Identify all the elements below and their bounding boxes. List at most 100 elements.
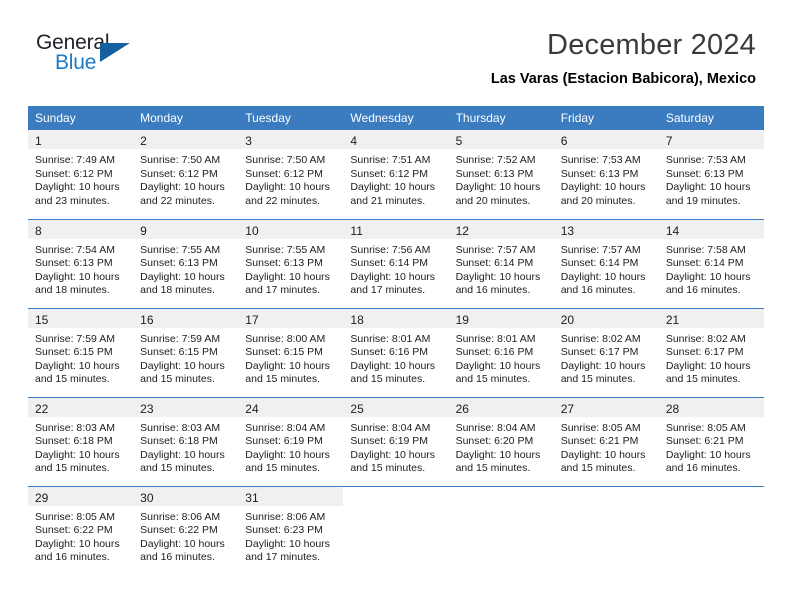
page-header: General Blue December 2024 Las Varas (Es… <box>0 0 792 106</box>
calendar-day-cell[interactable]: 14 Sunrise: 7:58 AM Sunset: 6:14 PM Dayl… <box>658 218 764 308</box>
calendar-day-cell[interactable]: 29 Sunrise: 8:05 AM Sunset: 6:22 PM Dayl… <box>28 485 134 578</box>
day-number: 9 <box>133 219 239 239</box>
calendar-day-cell[interactable]: 24 Sunrise: 8:04 AM Sunset: 6:19 PM Dayl… <box>238 396 344 486</box>
logo-triangle-icon <box>100 43 130 62</box>
calendar-week-row: 29 Sunrise: 8:05 AM Sunset: 6:22 PM Dayl… <box>28 485 764 578</box>
day-details: Sunrise: 8:01 AM Sunset: 6:16 PM Dayligh… <box>350 332 436 386</box>
day-details: Sunrise: 8:06 AM Sunset: 6:22 PM Dayligh… <box>140 510 225 564</box>
calendar-day-cell-empty <box>343 485 449 578</box>
calendar-day-cell[interactable]: 27 Sunrise: 8:05 AM Sunset: 6:21 PM Dayl… <box>553 396 659 486</box>
day-details: Sunrise: 8:02 AM Sunset: 6:17 PM Dayligh… <box>665 332 751 386</box>
day-details: Sunrise: 8:03 AM Sunset: 6:18 PM Dayligh… <box>140 421 225 475</box>
day-number: 16 <box>133 308 239 328</box>
day-number <box>659 487 764 506</box>
calendar-day-cell[interactable]: 22 Sunrise: 8:03 AM Sunset: 6:18 PM Dayl… <box>28 396 134 486</box>
calendar-day-cell[interactable]: 10 Sunrise: 7:55 AM Sunset: 6:13 PM Dayl… <box>238 218 344 308</box>
day-details: Sunrise: 7:55 AM Sunset: 6:13 PM Dayligh… <box>245 243 330 297</box>
calendar-page: General Blue December 2024 Las Varas (Es… <box>0 0 792 612</box>
day-number: 25 <box>343 397 449 417</box>
day-details: Sunrise: 7:50 AM Sunset: 6:12 PM Dayligh… <box>245 154 330 207</box>
day-number: 6 <box>553 130 659 149</box>
day-details: Sunrise: 8:04 AM Sunset: 6:20 PM Dayligh… <box>455 421 541 475</box>
day-details: Sunrise: 7:52 AM Sunset: 6:13 PM Dayligh… <box>455 154 541 207</box>
calendar-day-cell[interactable]: 3 Sunrise: 7:50 AM Sunset: 6:12 PM Dayli… <box>238 130 344 219</box>
calendar-day-cell[interactable]: 31 Sunrise: 8:06 AM Sunset: 6:23 PM Dayl… <box>238 485 344 578</box>
day-number: 21 <box>658 308 764 328</box>
calendar-day-cell[interactable]: 28 Sunrise: 8:05 AM Sunset: 6:21 PM Dayl… <box>658 396 764 486</box>
day-number: 3 <box>238 130 344 149</box>
day-number: 26 <box>448 397 554 417</box>
calendar-day-cell[interactable]: 26 Sunrise: 8:04 AM Sunset: 6:20 PM Dayl… <box>448 396 554 486</box>
day-details: Sunrise: 8:03 AM Sunset: 6:18 PM Dayligh… <box>35 421 120 475</box>
day-number: 12 <box>448 219 554 239</box>
calendar-day-cell[interactable]: 7 Sunrise: 7:53 AM Sunset: 6:13 PM Dayli… <box>658 130 764 219</box>
day-number: 23 <box>133 397 239 417</box>
day-number: 31 <box>238 486 344 506</box>
weekday-header-thursday: Thursday <box>448 106 554 130</box>
day-number <box>343 487 448 506</box>
calendar-day-cell[interactable]: 19 Sunrise: 8:01 AM Sunset: 6:16 PM Dayl… <box>448 307 554 397</box>
calendar-day-cell[interactable]: 23 Sunrise: 8:03 AM Sunset: 6:18 PM Dayl… <box>133 396 239 486</box>
day-details <box>554 506 659 511</box>
day-details: Sunrise: 8:05 AM Sunset: 6:21 PM Dayligh… <box>665 421 751 475</box>
day-details: Sunrise: 7:54 AM Sunset: 6:13 PM Dayligh… <box>35 243 120 297</box>
calendar-day-cell[interactable]: 18 Sunrise: 8:01 AM Sunset: 6:16 PM Dayl… <box>343 307 449 397</box>
day-number: 10 <box>238 219 344 239</box>
day-details: Sunrise: 7:58 AM Sunset: 6:14 PM Dayligh… <box>665 243 751 297</box>
weekday-header-sunday: Sunday <box>28 106 134 130</box>
calendar-body: 1 Sunrise: 7:49 AM Sunset: 6:12 PM Dayli… <box>28 130 764 578</box>
calendar-day-cell[interactable]: 5 Sunrise: 7:52 AM Sunset: 6:13 PM Dayli… <box>448 130 554 219</box>
day-details: Sunrise: 7:56 AM Sunset: 6:14 PM Dayligh… <box>350 243 436 297</box>
calendar-day-cell[interactable]: 2 Sunrise: 7:50 AM Sunset: 6:12 PM Dayli… <box>133 130 239 219</box>
day-number: 17 <box>238 308 344 328</box>
calendar-day-cell[interactable]: 15 Sunrise: 7:59 AM Sunset: 6:15 PM Dayl… <box>28 307 134 397</box>
logo-text-blue: Blue <box>55 51 97 74</box>
day-number: 1 <box>28 130 134 149</box>
day-details: Sunrise: 7:50 AM Sunset: 6:12 PM Dayligh… <box>140 154 225 207</box>
calendar-day-cell[interactable]: 17 Sunrise: 8:00 AM Sunset: 6:15 PM Dayl… <box>238 307 344 397</box>
day-number: 22 <box>28 397 134 417</box>
calendar-day-cell[interactable]: 1 Sunrise: 7:49 AM Sunset: 6:12 PM Dayli… <box>28 130 134 219</box>
day-number: 7 <box>658 130 764 149</box>
calendar-day-cell[interactable]: 16 Sunrise: 7:59 AM Sunset: 6:15 PM Dayl… <box>133 307 239 397</box>
day-details: Sunrise: 7:59 AM Sunset: 6:15 PM Dayligh… <box>140 332 225 386</box>
day-details: Sunrise: 7:55 AM Sunset: 6:13 PM Dayligh… <box>140 243 225 297</box>
calendar-day-cell[interactable]: 20 Sunrise: 8:02 AM Sunset: 6:17 PM Dayl… <box>553 307 659 397</box>
day-number: 5 <box>448 130 554 149</box>
day-details: Sunrise: 8:06 AM Sunset: 6:23 PM Dayligh… <box>245 510 330 564</box>
day-number <box>449 487 554 506</box>
calendar-day-cell[interactable]: 12 Sunrise: 7:57 AM Sunset: 6:14 PM Dayl… <box>448 218 554 308</box>
day-number: 2 <box>133 130 239 149</box>
day-details: Sunrise: 8:04 AM Sunset: 6:19 PM Dayligh… <box>350 421 436 475</box>
day-number: 28 <box>658 397 764 417</box>
general-blue-logo[interactable]: General Blue <box>36 31 146 77</box>
calendar-day-cell[interactable]: 21 Sunrise: 8:02 AM Sunset: 6:17 PM Dayl… <box>658 307 764 397</box>
weekday-header-monday: Monday <box>133 106 239 130</box>
day-number: 27 <box>553 397 659 417</box>
calendar-day-cell[interactable]: 25 Sunrise: 8:04 AM Sunset: 6:19 PM Dayl… <box>343 396 449 486</box>
sunrise-sunset-calendar: Sunday Monday Tuesday Wednesday Thursday… <box>28 106 764 578</box>
calendar-day-cell[interactable]: 11 Sunrise: 7:56 AM Sunset: 6:14 PM Dayl… <box>343 218 449 308</box>
day-details: Sunrise: 8:05 AM Sunset: 6:21 PM Dayligh… <box>560 421 646 475</box>
day-details: Sunrise: 7:53 AM Sunset: 6:13 PM Dayligh… <box>560 154 646 207</box>
calendar-day-cell[interactable]: 4 Sunrise: 7:51 AM Sunset: 6:12 PM Dayli… <box>343 130 449 219</box>
day-details: Sunrise: 7:51 AM Sunset: 6:12 PM Dayligh… <box>350 154 436 207</box>
day-details: Sunrise: 7:59 AM Sunset: 6:15 PM Dayligh… <box>35 332 120 386</box>
day-details: Sunrise: 8:04 AM Sunset: 6:19 PM Dayligh… <box>245 421 330 475</box>
day-details: Sunrise: 7:53 AM Sunset: 6:13 PM Dayligh… <box>665 154 751 207</box>
calendar-day-cell[interactable]: 30 Sunrise: 8:06 AM Sunset: 6:22 PM Dayl… <box>133 485 239 578</box>
day-details: Sunrise: 8:02 AM Sunset: 6:17 PM Dayligh… <box>560 332 646 386</box>
calendar-day-cell[interactable]: 9 Sunrise: 7:55 AM Sunset: 6:13 PM Dayli… <box>133 218 239 308</box>
calendar-day-cell[interactable]: 6 Sunrise: 7:53 AM Sunset: 6:13 PM Dayli… <box>553 130 659 219</box>
day-details: Sunrise: 8:05 AM Sunset: 6:22 PM Dayligh… <box>35 510 120 564</box>
weekday-header-saturday: Saturday <box>658 106 764 130</box>
day-number: 19 <box>448 308 554 328</box>
calendar-day-cell[interactable]: 13 Sunrise: 7:57 AM Sunset: 6:14 PM Dayl… <box>553 218 659 308</box>
day-details <box>449 506 554 511</box>
day-number: 8 <box>28 219 134 239</box>
page-title: December 2024 <box>547 29 756 61</box>
day-number <box>554 487 659 506</box>
day-number: 24 <box>238 397 344 417</box>
day-number: 15 <box>28 308 134 328</box>
calendar-day-cell[interactable]: 8 Sunrise: 7:54 AM Sunset: 6:13 PM Dayli… <box>28 218 134 308</box>
